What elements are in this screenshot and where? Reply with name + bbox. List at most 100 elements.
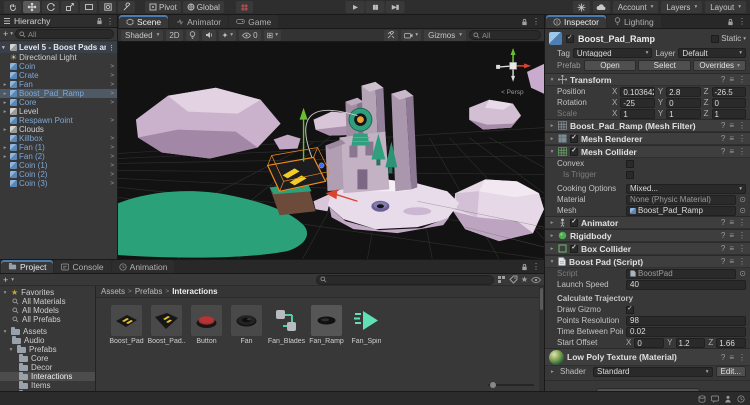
search-by-label-icon[interactable] [509,275,518,284]
create-add-button[interactable]: + [3,29,8,39]
tab-animation[interactable]: Animation [112,260,175,273]
create-asset-button[interactable]: + [3,275,8,285]
expander-icon[interactable]: ▾ [8,347,14,353]
tab-animator[interactable]: Animator [169,15,228,28]
rotation-y-field[interactable]: 0 [666,98,700,108]
kebab-menu-icon[interactable]: ⋮ [738,134,746,143]
hierarchy-item-boost-pad-ramp[interactable]: ▸Boost_Pad_Ramp> [0,89,117,98]
help-icon[interactable]: ? [721,134,725,143]
thumbnail-size-slider[interactable] [488,381,534,389]
cooking-options-dropdown[interactable]: Mixed...▾ [626,184,746,194]
hierarchy-item-fan-1[interactable]: ▸Fan (1)> [0,143,117,152]
physic-material-field[interactable]: None (Physic Material) [626,195,736,205]
custom-tool-button[interactable] [118,1,135,13]
expander-icon[interactable]: ▾ [2,290,8,296]
static-control[interactable]: Static▾ [711,34,746,43]
tab-scene[interactable]: Scene [119,15,168,28]
expander-icon[interactable]: ▾ [2,329,8,335]
presets-icon[interactable]: ≡ [729,244,734,253]
cache-server-icon[interactable] [698,395,706,403]
start-offset-x-field[interactable]: 0 [634,338,664,348]
gameobject-name[interactable]: Boost_Pad_Ramp [578,34,707,44]
prefab-open-chevron[interactable]: > [110,153,115,160]
asset-fan-blades[interactable]: Fan_Blades [270,305,303,345]
material-header[interactable]: Low Poly Texture (Material) ?≡⋮ [545,348,750,366]
global-toggle-button[interactable]: Global [183,1,224,13]
expander-icon[interactable]: ▸ [549,136,555,142]
services-button[interactable] [573,1,590,13]
convex-checkbox[interactable] [626,160,634,168]
mesh-collider-checkbox[interactable]: ✓ [570,148,578,156]
prefab-select-button[interactable]: Select [638,60,691,71]
asset-boost-pad[interactable]: Boost_Pad [110,305,143,345]
help-icon[interactable]: ? [721,218,725,227]
scale-z-field[interactable]: 1 [712,109,746,119]
gizmos-dropdown[interactable]: Gizmos▾ [424,30,466,41]
expander-icon[interactable]: ▸ [2,145,8,151]
active-checkbox[interactable]: ✓ [566,35,574,43]
presets-icon[interactable]: ≡ [729,147,734,156]
2d-toggle-button[interactable]: 2D [166,30,182,41]
kebab-menu-icon[interactable]: ⋮ [738,147,746,156]
object-picker-icon[interactable]: ⊙ [739,269,746,278]
scene-viewport[interactable]: < Persp [118,42,544,259]
asset-fan-spin[interactable]: Fan_Spin [350,305,383,345]
lock-icon[interactable] [96,17,103,25]
lock-icon[interactable] [727,18,734,26]
scene-grid-dropdown[interactable]: ⊞▾ [264,30,281,41]
help-icon[interactable]: ? [721,353,725,362]
pause-button[interactable]: ▮▮ [366,1,385,13]
cloud-collab-button[interactable] [593,1,610,13]
kebab-menu-icon[interactable]: ⋮ [108,44,115,52]
launch-speed-field[interactable]: 40 [626,280,746,290]
mesh-collider-component-header[interactable]: ▾ ✓ Mesh Collider ?≡⋮ [545,145,750,158]
hierarchy-item-crate[interactable]: Crate> [0,71,117,80]
play-button[interactable]: ▶ [346,1,365,13]
shading-mode-dropdown[interactable]: Shaded▾ [121,30,163,41]
hierarchy-item-fan-2[interactable]: ▸Fan (2)> [0,152,117,161]
editor-tools-button[interactable] [384,30,398,41]
account-dropdown[interactable]: Account▾ [613,1,659,13]
scene-fx-dropdown[interactable]: ✦▾ [219,30,236,41]
hierarchy-item-coin[interactable]: Coin> [0,62,117,71]
scene-lighting-toggle[interactable] [186,30,199,41]
asset-fan[interactable]: Fan [230,305,263,345]
prefab-open-button[interactable]: Open [584,60,637,71]
expander-icon[interactable]: ▸ [551,369,557,375]
mesh-renderer-component-header[interactable]: ▸ ✓ Mesh Renderer ?≡⋮ [545,132,750,145]
help-icon[interactable]: ? [721,231,725,240]
time-between-points-field[interactable]: 0.02 [626,327,746,337]
tree-platforms[interactable]: Platforms [0,390,95,391]
kebab-menu-icon[interactable]: ⋮ [738,244,746,253]
presets-icon[interactable]: ≡ [729,231,734,240]
kebab-menu-icon[interactable]: ⋮ [738,353,746,362]
help-icon[interactable]: ? [721,244,725,253]
hierarchy-item-coin-3[interactable]: Coin (3)> [0,179,117,188]
points-resolution-field[interactable]: 98 [626,316,746,326]
project-search-input[interactable] [316,275,494,285]
prefab-open-chevron[interactable]: > [110,90,115,97]
tab-console[interactable]: Console [54,260,110,273]
kebab-menu-icon[interactable]: ⋮ [738,121,746,130]
help-icon[interactable]: ? [721,75,725,84]
expander-icon[interactable]: ▸ [2,109,8,115]
layers-dropdown[interactable]: Layers▾ [661,1,702,13]
layout-dropdown[interactable]: Layout▾ [705,1,746,13]
presets-icon[interactable]: ≡ [729,257,734,266]
layer-dropdown[interactable]: Default▾ [678,48,746,58]
tree-all-models[interactable]: All Models [0,306,95,315]
kebab-menu-icon[interactable]: ⋮ [738,231,746,240]
rotate-tool-button[interactable] [42,1,59,13]
help-icon[interactable]: ? [721,121,725,130]
prefab-open-chevron[interactable]: > [110,171,115,178]
favorites-filter-icon[interactable]: ★ [521,276,528,284]
purple-torus[interactable] [371,201,389,212]
scale-y-field[interactable]: 1 [666,109,700,119]
scene-camera-dropdown[interactable]: ▾ [401,30,421,41]
tab-inspector[interactable]: Inspector [546,15,606,28]
breadcrumb-interactions[interactable]: Interactions [172,287,217,296]
prefab-open-chevron[interactable]: > [110,117,115,124]
presets-icon[interactable]: ≡ [729,134,734,143]
tag-dropdown[interactable]: Untagged▾ [573,48,653,58]
kebab-menu-icon[interactable]: ⋮ [738,218,746,227]
